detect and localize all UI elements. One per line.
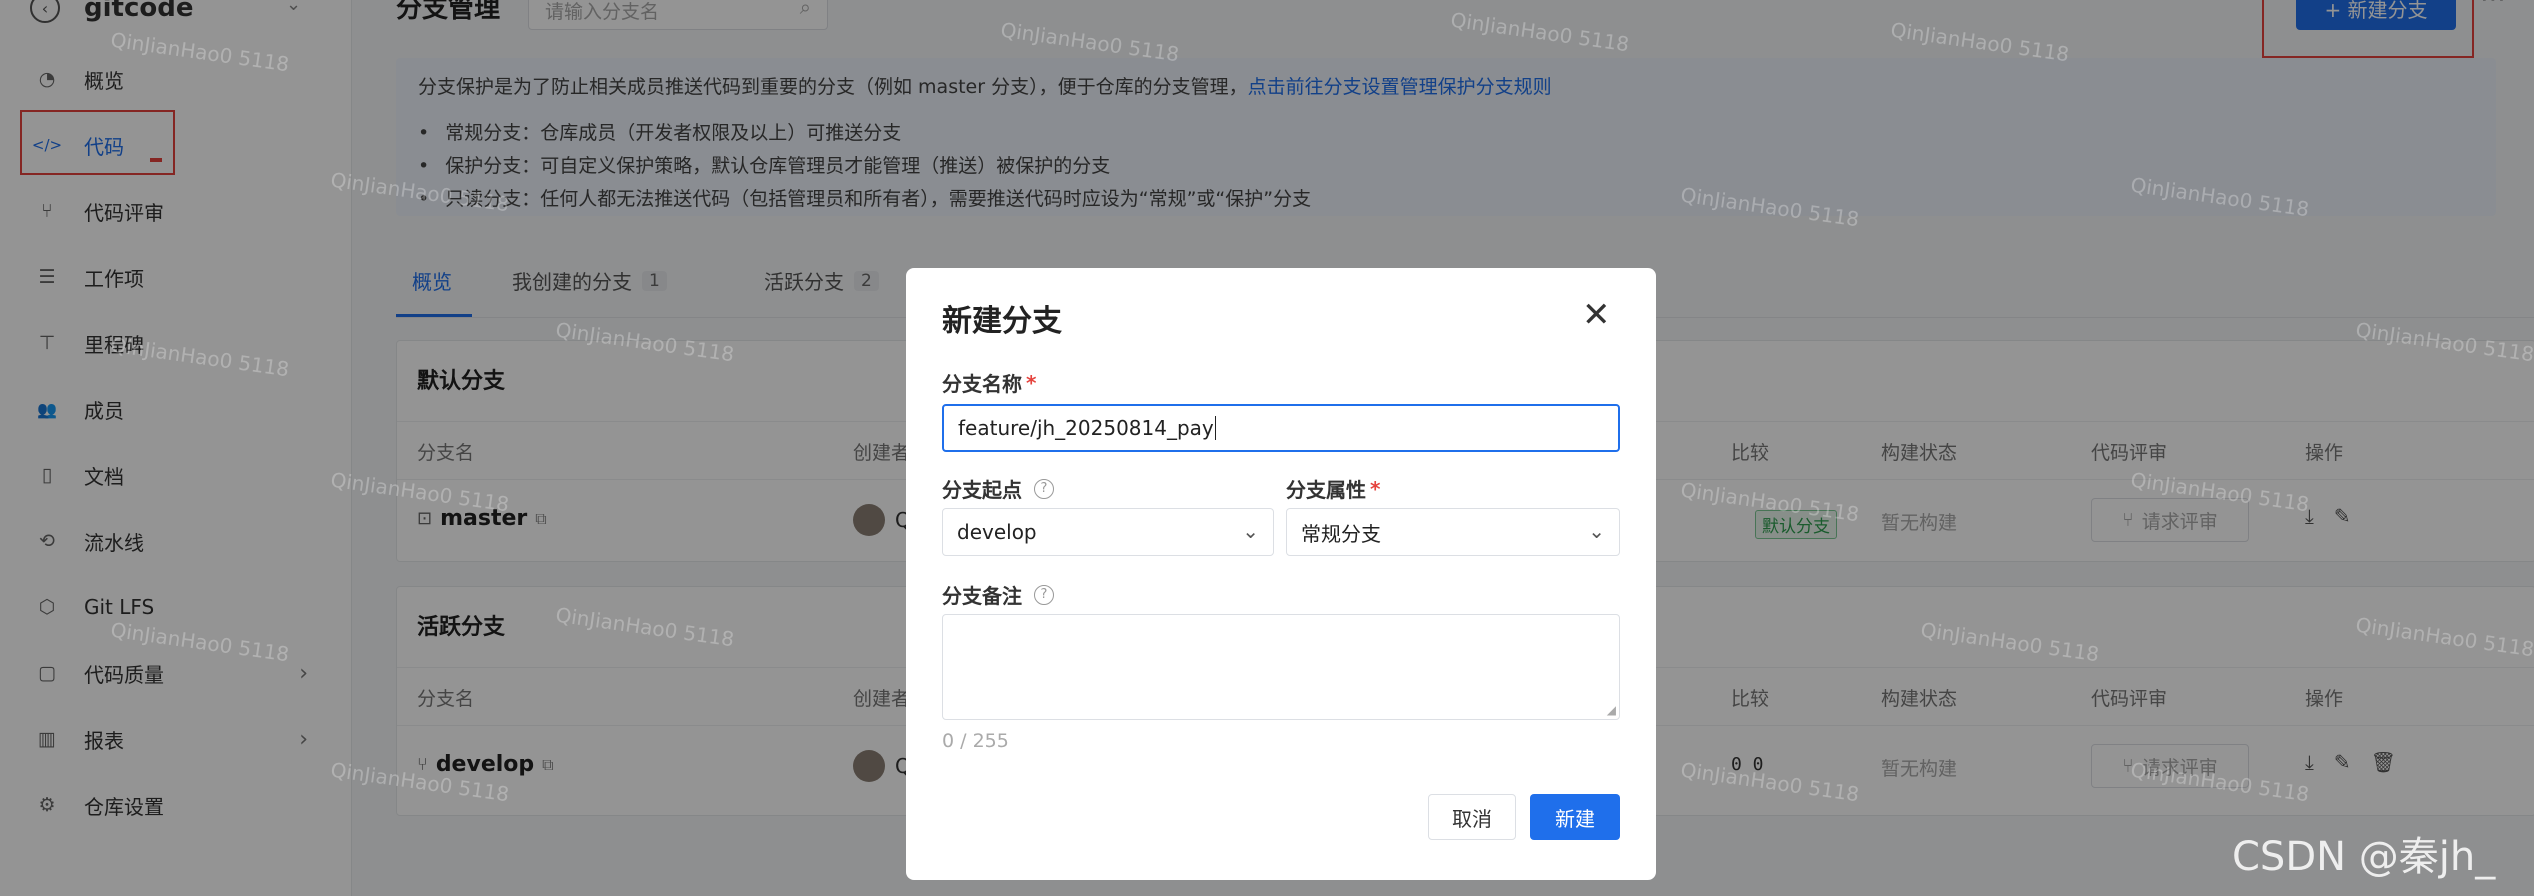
help-icon[interactable]: ? <box>1034 478 1054 499</box>
close-icon[interactable]: ✕ <box>1582 298 1611 332</box>
branch-name-input[interactable]: feature/jh_20250814_pay <box>942 404 1620 452</box>
branch-attribute-label: 分支属性 * <box>1286 474 1380 503</box>
branch-start-select[interactable]: develop ⌄ <box>942 508 1274 556</box>
label-text: 分支起点 <box>942 478 1022 502</box>
required-mark: * <box>1370 476 1381 501</box>
cancel-button[interactable]: 取消 <box>1428 794 1516 840</box>
select-value: develop <box>957 520 1037 544</box>
select-value: 常规分支 <box>1301 521 1381 546</box>
dialog-title: 新建分支 <box>942 304 1062 339</box>
text-cursor <box>1214 416 1216 440</box>
required-mark: * <box>1026 370 1037 395</box>
branch-note-textarea[interactable]: ◢ <box>942 614 1620 720</box>
chevron-down-icon: ⌄ <box>1588 519 1605 543</box>
char-counter: 0 / 255 <box>942 730 1009 752</box>
branch-note-label: 分支备注? <box>942 580 1054 609</box>
branch-name-label: 分支名称 * <box>942 368 1036 397</box>
create-button[interactable]: 新建 <box>1530 794 1620 840</box>
resize-handle-icon[interactable]: ◢ <box>1607 703 1616 717</box>
label-text: 分支属性 <box>1286 478 1366 502</box>
branch-attribute-select[interactable]: 常规分支 ⌄ <box>1286 508 1620 556</box>
branch-start-label: 分支起点? <box>942 474 1054 503</box>
new-branch-dialog: 新建分支 ✕ 分支名称 * feature/jh_20250814_pay 分支起… <box>906 268 1656 880</box>
page: ‹ gitcode ⌄ ◔ 概览 </> 代码 ⑂ 代码评审 ☰ 工作项 ⊤ 里… <box>0 0 2534 896</box>
label-text: 分支备注 <box>942 584 1022 608</box>
label-text: 分支名称 <box>942 372 1022 396</box>
chevron-down-icon: ⌄ <box>1242 519 1259 543</box>
help-icon[interactable]: ? <box>1034 584 1054 605</box>
csdn-credit: CSDN @秦jh_ <box>2232 834 2496 880</box>
input-value: feature/jh_20250814_pay <box>958 416 1214 440</box>
